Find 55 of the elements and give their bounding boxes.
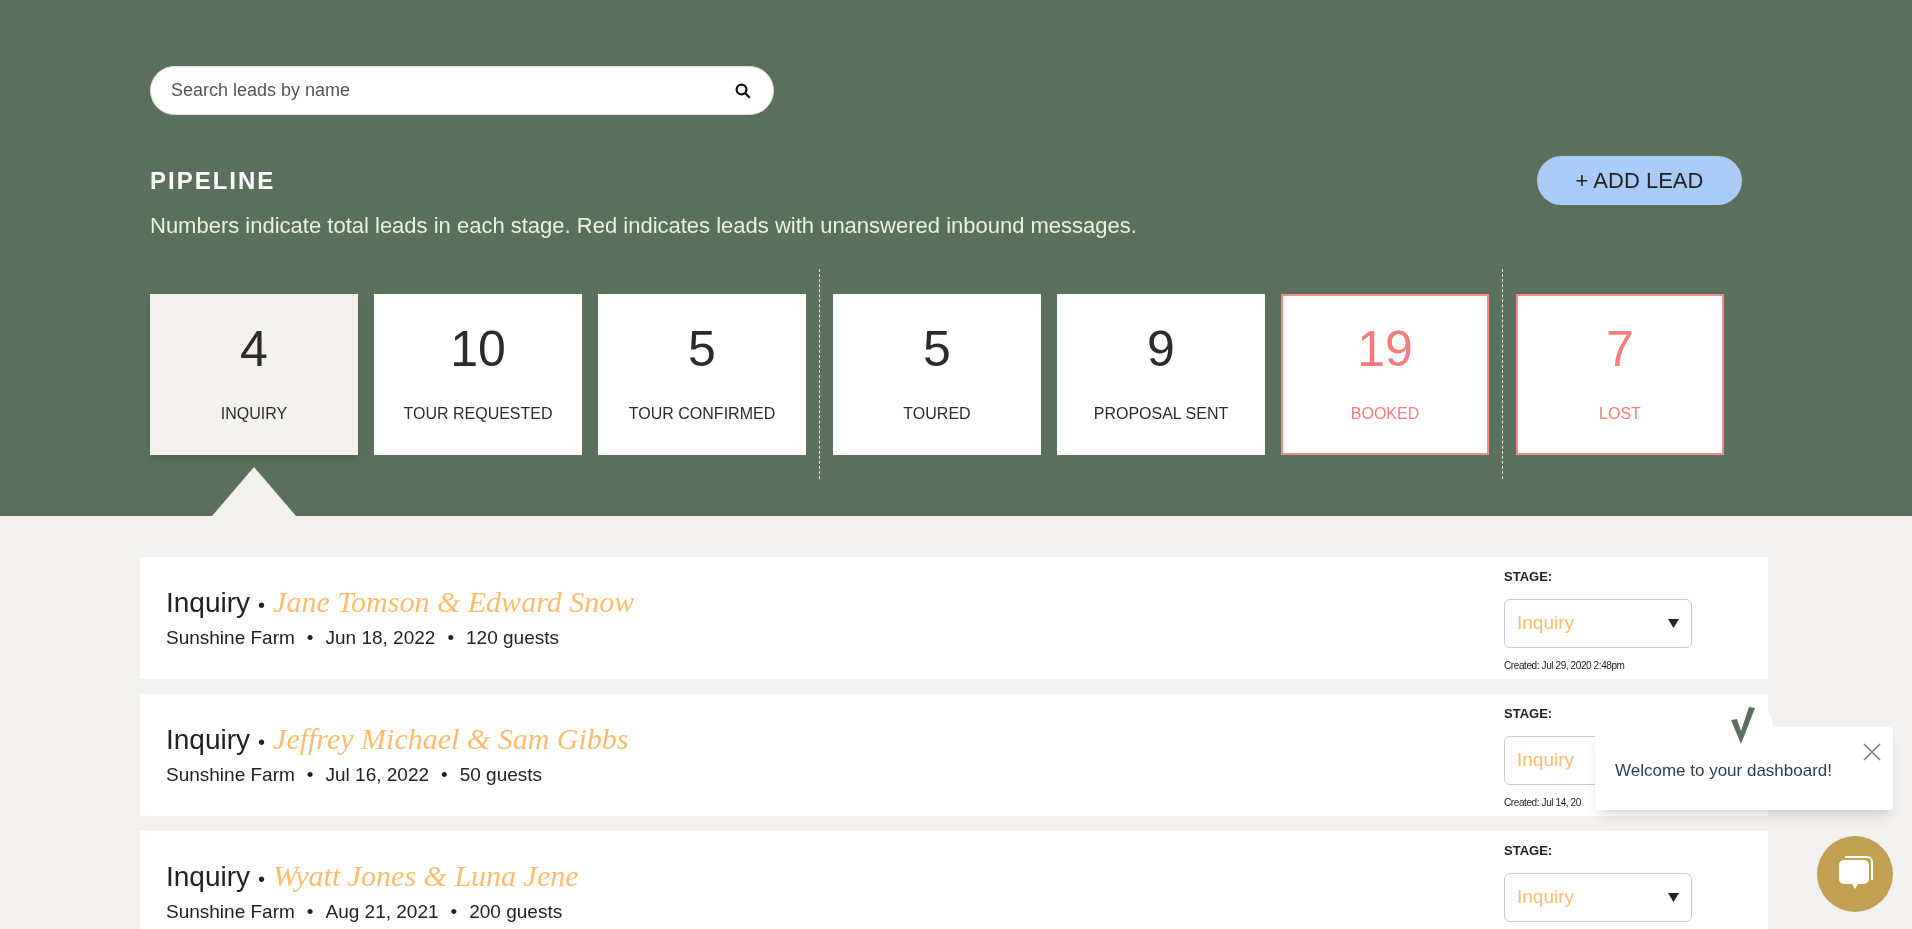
separator-dot: • bbox=[447, 626, 455, 650]
add-lead-button[interactable]: + ADD LEAD bbox=[1537, 156, 1742, 205]
separator-dot: • bbox=[258, 730, 266, 755]
lead-date: Jun 18, 2022 bbox=[325, 626, 436, 650]
stage-count: 9 bbox=[1147, 323, 1175, 374]
lead-venue: Sunshine Farm bbox=[166, 900, 295, 924]
pipeline-title: PIPELINE bbox=[150, 165, 276, 196]
chat-icon[interactable] bbox=[1817, 836, 1893, 912]
lead-guests: 120 guests bbox=[466, 626, 559, 650]
stage-count: 5 bbox=[923, 323, 951, 374]
caret-icon bbox=[1668, 892, 1679, 902]
stage-card[interactable]: 5 TOUR CONFIRMED bbox=[598, 294, 806, 455]
separator-dot: • bbox=[441, 763, 448, 787]
separator-dot: • bbox=[258, 593, 266, 618]
stage-count: 19 bbox=[1357, 323, 1413, 374]
stage-count: 7 bbox=[1606, 323, 1634, 374]
lead-venue: Sunshine Farm bbox=[166, 626, 295, 650]
stage-count: 4 bbox=[240, 323, 268, 374]
stage-label: LOST bbox=[1599, 403, 1641, 424]
stage-label: PROPOSAL SENT bbox=[1093, 403, 1229, 424]
separator-dot: • bbox=[306, 626, 314, 650]
lead-date: Aug 21, 2021 bbox=[325, 900, 439, 924]
stage-card[interactable]: 10 TOUR REQUESTED bbox=[374, 294, 582, 455]
lead-stage: Inquiry bbox=[166, 860, 251, 894]
lead-date: Jul 16, 2022 bbox=[325, 763, 430, 787]
selection-pointer-icon bbox=[212, 467, 296, 516]
stage-count: 5 bbox=[688, 323, 716, 374]
stage-card[interactable]: 5 TOURED bbox=[833, 294, 1041, 455]
stage-card[interactable]: 9 PROPOSAL SENT bbox=[1057, 294, 1265, 455]
stage-label: TOUR CONFIRMED bbox=[628, 403, 776, 424]
separator-dot: • bbox=[258, 867, 266, 892]
separator-dot: • bbox=[306, 900, 314, 924]
stage-label: INQUIRY bbox=[220, 403, 288, 424]
caret-icon bbox=[1668, 618, 1679, 628]
stage-card[interactable]: 4 INQUIRY bbox=[150, 294, 358, 455]
stage-label: TOURED bbox=[903, 403, 971, 424]
lead-guests: 200 guests bbox=[469, 900, 563, 924]
stage-label: TOUR REQUESTED bbox=[403, 403, 553, 424]
lead-stage: Inquiry bbox=[166, 723, 251, 757]
separator-dot: • bbox=[450, 900, 458, 924]
stage-label: STAGE: bbox=[1504, 568, 1554, 586]
search-field[interactable]: Search leads by name bbox=[150, 66, 774, 115]
search-icon bbox=[734, 82, 752, 100]
created-date: Created: Jul 29, 2020 2:48pm bbox=[1504, 658, 1626, 673]
stage-count: 10 bbox=[450, 323, 506, 374]
stage-label: BOOKED bbox=[1350, 403, 1420, 424]
stage-label: STAGE: bbox=[1504, 842, 1554, 860]
created-date: Created: Jul 14, 20 bbox=[1504, 795, 1582, 810]
lead-venue: Sunshine Farm bbox=[166, 763, 295, 787]
pipeline-description: Numbers indicate total leads in each stage. Red indicates leads with unanswered inbound messages. bbox=[150, 212, 1138, 240]
close-icon[interactable] bbox=[1863, 743, 1881, 761]
lead-stage: Inquiry bbox=[166, 586, 251, 620]
separator-dot: • bbox=[306, 763, 314, 787]
lead-guests: 50 guests bbox=[459, 763, 543, 787]
stage-label: STAGE: bbox=[1504, 705, 1554, 723]
